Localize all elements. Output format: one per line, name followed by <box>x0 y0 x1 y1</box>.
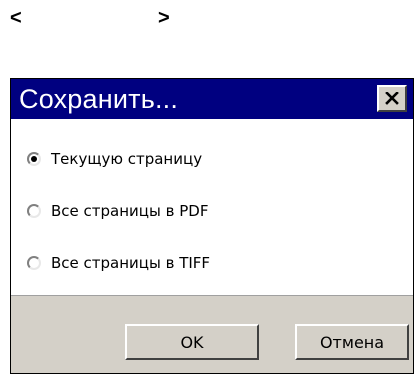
page: < > Сохранить... Текущую страницу Все ст… <box>0 0 416 378</box>
save-dialog: Сохранить... Текущую страницу Все страни… <box>10 78 414 374</box>
close-x-icon <box>385 92 399 105</box>
dialog-footer: OK Отмена <box>11 295 413 373</box>
option-current-page[interactable]: Текущую страницу <box>27 147 202 171</box>
radio-all-pages-tiff[interactable] <box>27 256 41 270</box>
ok-button[interactable]: OK <box>125 324 259 360</box>
option-all-pages-pdf[interactable]: Все страницы в PDF <box>27 199 208 223</box>
option-all-pages-tiff-label: Все страницы в TIFF <box>51 254 211 272</box>
radio-current-page[interactable] <box>27 152 41 166</box>
radio-all-pages-pdf[interactable] <box>27 204 41 218</box>
option-current-page-label: Текущую страницу <box>51 150 203 168</box>
prev-arrow[interactable]: < <box>10 6 22 30</box>
dialog-titlebar: Сохранить... <box>11 79 413 119</box>
cancel-button[interactable]: Отмена <box>295 324 409 360</box>
option-all-pages-pdf-label: Все страницы в PDF <box>51 202 209 220</box>
next-arrow[interactable]: > <box>158 6 170 30</box>
export-options: Текущую страницу Все страницы в PDF Все … <box>11 119 413 295</box>
close-button[interactable] <box>377 85 407 112</box>
dialog-title: Сохранить... <box>19 84 179 114</box>
option-all-pages-tiff[interactable]: Все страницы в TIFF <box>27 251 210 275</box>
